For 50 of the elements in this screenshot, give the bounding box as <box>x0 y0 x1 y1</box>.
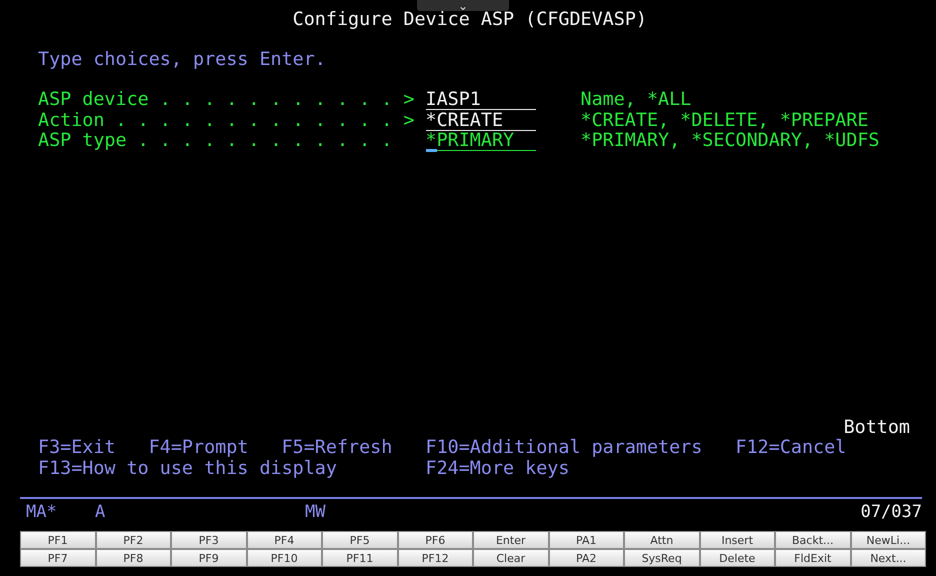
prompt-marker: > <box>403 110 414 130</box>
keypad-key[interactable]: PF10 <box>246 549 322 567</box>
cursor-position: 07/037 <box>860 501 922 524</box>
keypad-key[interactable]: PF6 <box>398 531 473 549</box>
function-key-label: F3=Exit <box>38 438 116 458</box>
keypad-key[interactable]: SysReq <box>624 549 700 567</box>
input-field[interactable]: *PRIMARY <box>426 131 536 151</box>
function-key-label: F4=Prompt <box>148 438 248 458</box>
function-key-label: F13=How to use this display <box>38 458 337 479</box>
function-key-label: F12=Cancel <box>736 438 846 458</box>
field-label: Action . . . . . . . . . . . . . <box>38 110 394 131</box>
keypad-key[interactable]: PF1 <box>20 531 96 549</box>
keypad-key[interactable]: NewLi... <box>850 531 926 549</box>
keypad-key[interactable]: PF2 <box>96 531 171 549</box>
screen-title: Configure Device ASP (CFGDEVASP) <box>292 10 647 30</box>
prompt-marker: > <box>403 89 414 110</box>
field-hint: Name, *ALL <box>580 90 692 110</box>
keypad-key[interactable]: PF3 <box>171 531 246 549</box>
field-label: ASP device . . . . . . . . . . . <box>38 90 394 110</box>
instruction-text: Type choices, press Enter. <box>38 50 326 70</box>
input-field[interactable]: *CREATE <box>426 110 536 130</box>
field-hint: *CREATE, *DELETE, *PREPARE <box>580 110 868 131</box>
keypad-key[interactable]: Enter <box>473 531 548 549</box>
keypad-key[interactable]: Attn <box>624 531 700 549</box>
keypad-key[interactable]: Next... <box>850 549 926 567</box>
keypad-key[interactable]: Delete <box>700 549 775 567</box>
keypad-key[interactable]: PA2 <box>548 549 624 567</box>
keypad-key[interactable]: PF7 <box>20 549 96 567</box>
more-indicator: Bottom <box>844 418 910 438</box>
function-key-label: F5=Refresh <box>282 438 392 458</box>
keypad-key[interactable]: Clear <box>473 549 548 567</box>
field-label: ASP type . . . . . . . . . . . . <box>38 131 394 152</box>
input-field[interactable]: IASP1 <box>426 90 536 110</box>
function-key-label: F10=Additional parameters <box>426 438 702 458</box>
keypad-key[interactable]: PF8 <box>96 549 171 567</box>
function-key-label: F24=More keys <box>426 458 570 479</box>
keypad-key[interactable]: PF5 <box>322 531 398 549</box>
field-hint: *PRIMARY, *SECONDARY, *UDFS <box>580 131 880 152</box>
keypad-key[interactable]: PA1 <box>548 531 624 549</box>
keypad-key[interactable]: FldExit <box>775 549 850 567</box>
keypad-key[interactable]: PF4 <box>246 531 322 549</box>
chevron-down-tab[interactable]: ⌄ <box>417 0 509 11</box>
session-indicator: A <box>95 501 106 524</box>
keypad-key[interactable]: PF11 <box>322 549 398 567</box>
keypad-key[interactable]: PF9 <box>171 549 246 567</box>
keypad-key[interactable]: Insert <box>700 531 775 549</box>
mode-indicator: MA* <box>26 501 57 524</box>
message-waiting-indicator: MW <box>305 501 326 524</box>
keypad-key[interactable]: Backt... <box>775 531 850 549</box>
keypad-key[interactable]: PF12 <box>398 549 473 567</box>
